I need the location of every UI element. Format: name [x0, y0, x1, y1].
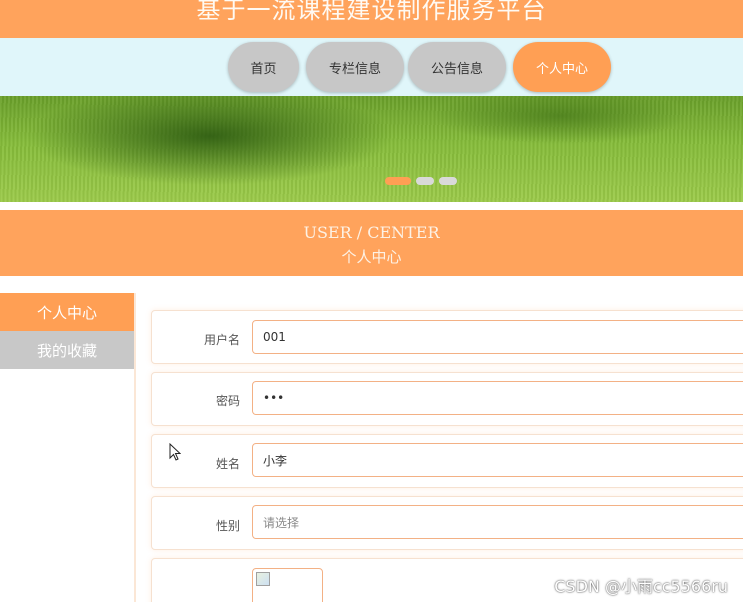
main-nav: 首页 专栏信息 公告信息 个人中心: [0, 38, 743, 96]
username-field[interactable]: 001: [252, 320, 743, 354]
nav-personal-center[interactable]: 个人中心: [513, 42, 611, 92]
section-header: USER / CENTER 个人中心: [0, 210, 743, 276]
carousel-dot-3[interactable]: [439, 177, 457, 185]
site-title: 基于一流课程建设制作服务平台: [196, 0, 547, 24]
form-row-gender: 性别 请选择: [151, 496, 743, 550]
name-field[interactable]: 小李: [252, 443, 743, 477]
sidebar-item-personal-center[interactable]: 个人中心: [0, 293, 134, 331]
username-label: 用户名: [203, 333, 240, 347]
password-label: 密码: [215, 394, 240, 408]
sidebar-item-favorites[interactable]: 我的收藏: [0, 331, 134, 369]
section-title-cn: 个人中心: [341, 248, 402, 266]
section-title-en: USER / CENTER: [303, 223, 440, 242]
gender-select[interactable]: 请选择: [252, 505, 743, 539]
avatar-upload[interactable]: [252, 568, 323, 602]
form-row-password: 密码 •••: [151, 372, 743, 426]
nav-column-info[interactable]: 专栏信息: [306, 42, 404, 92]
nav-home[interactable]: 首页: [228, 42, 299, 92]
sidebar-menu: 个人中心 我的收藏: [0, 293, 134, 369]
carousel-dot-1[interactable]: [385, 177, 411, 185]
mouse-cursor-icon: [169, 443, 181, 461]
form-row-name: 姓名 小李: [151, 434, 743, 488]
banner-carousel: [0, 96, 743, 202]
sidebar-divider: [134, 293, 136, 602]
broken-image-icon: [256, 572, 270, 586]
nav-announcement[interactable]: 公告信息: [408, 42, 506, 92]
site-header: 基于一流课程建设制作服务平台: [0, 0, 743, 38]
carousel-indicators: [385, 177, 457, 185]
watermark: CSDN @小雨cc5566ru: [554, 577, 728, 596]
gender-label: 性别: [215, 519, 240, 533]
form-row-username: 用户名 001: [151, 310, 743, 364]
password-field[interactable]: •••: [252, 381, 743, 415]
carousel-dot-2[interactable]: [416, 177, 434, 185]
